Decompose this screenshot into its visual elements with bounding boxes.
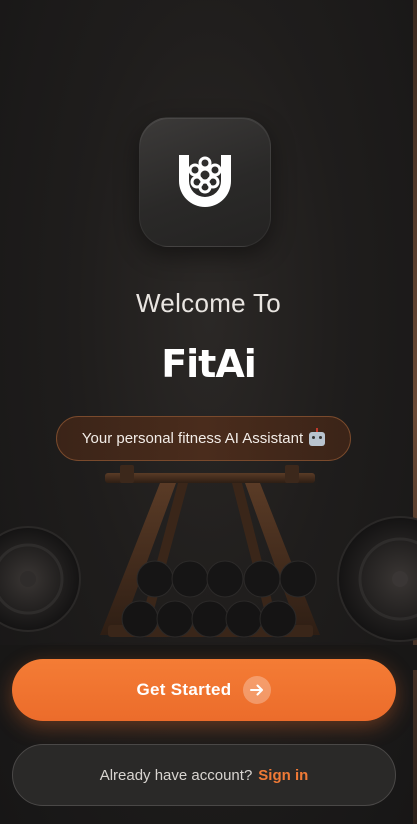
- arrow-right-icon: [243, 676, 272, 704]
- gym-illustration: [0, 465, 417, 670]
- app-logo: [139, 117, 271, 247]
- tagline-text: Your personal fitness AI Assistant: [81, 430, 304, 447]
- signin-prompt: Already have account?: [99, 766, 253, 784]
- robot-icon: [309, 427, 326, 446]
- welcome-screen: Welcome To FitAi Your personal fitness A…: [0, 0, 417, 824]
- get-started-label: Get Started: [136, 680, 232, 699]
- get-started-button[interactable]: Get Started: [12, 659, 396, 721]
- signin-link[interactable]: Sign in: [258, 767, 308, 784]
- signin-row: Already have account? Sign in: [12, 744, 396, 806]
- edge-glow: [413, 0, 417, 824]
- fitai-logo-icon: [179, 155, 231, 207]
- welcome-heading: Welcome To: [135, 288, 282, 318]
- brand-name: FitAi: [161, 342, 257, 386]
